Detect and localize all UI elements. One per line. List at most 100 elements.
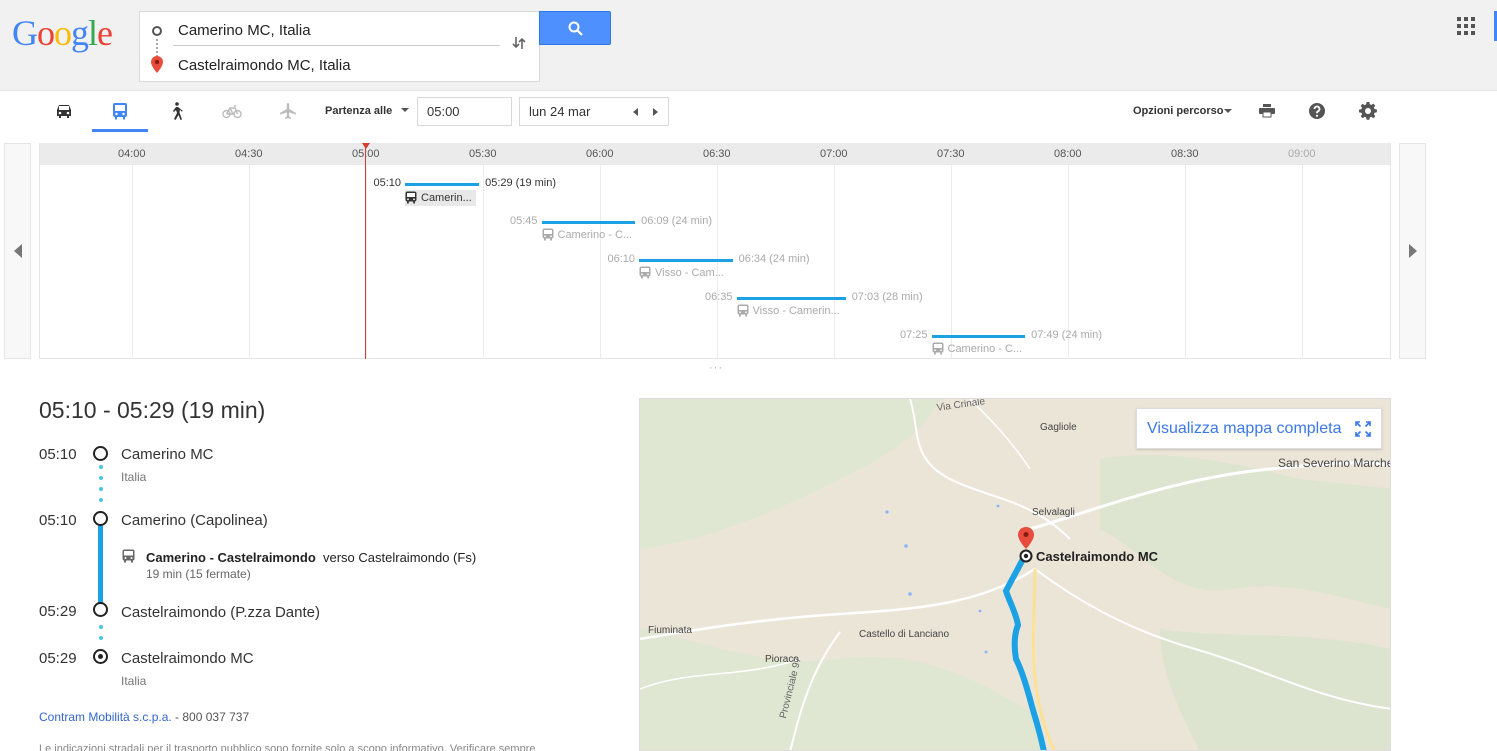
map-place-label: Gagliole xyxy=(1040,422,1077,433)
map-canvas xyxy=(640,399,1390,750)
timeline-hour-label: 06:30 xyxy=(703,148,731,160)
mode-car-button[interactable] xyxy=(36,91,92,131)
trip-departure-time: 05:10 xyxy=(373,177,401,189)
stop-name[interactable]: Castelraimondo MC xyxy=(121,650,254,667)
timeline-trip[interactable]: 05:45 06:09 (24 min) Camerino - C... xyxy=(40,211,1390,241)
gear-icon xyxy=(1359,102,1377,120)
walk-dots-icon xyxy=(99,625,103,647)
bus-icon xyxy=(542,228,554,241)
timeline-hour-label: 08:30 xyxy=(1171,148,1199,160)
route-options-button[interactable]: Opzioni percorso xyxy=(1133,105,1223,117)
bus-icon xyxy=(932,342,944,355)
logo-letter: e xyxy=(97,13,113,53)
logo-letter: o xyxy=(54,13,72,53)
stop-subtitle: Italia xyxy=(121,674,147,688)
trip-line-name: Visso - Camerin... xyxy=(752,304,840,317)
trip-line-name: Camerino - C... xyxy=(557,228,633,241)
agency-info: Contram Mobilità s.c.p.a. - 800 037 737 xyxy=(39,710,249,724)
timeline-trip[interactable]: 06:35 07:03 (28 min) Visso - Camerin... xyxy=(40,287,1390,317)
car-icon xyxy=(57,105,71,118)
timeline-hour-label: 05:30 xyxy=(469,148,497,160)
trip-duration-bar xyxy=(931,335,1026,338)
google-logo[interactable]: Google xyxy=(12,12,113,54)
stop-name[interactable]: Camerino (Capolinea) xyxy=(121,512,268,529)
transit-line-info[interactable]: Camerino - Castelraimondo verso Castelra… xyxy=(146,550,476,565)
trip-duration-bar xyxy=(639,259,733,262)
stop-circle-icon xyxy=(93,446,108,461)
help-button[interactable] xyxy=(1307,101,1327,121)
chevron-right-icon xyxy=(1408,244,1417,258)
full-map-button[interactable]: Visualizza mappa completa xyxy=(1136,408,1382,449)
destination-input[interactable] xyxy=(178,50,498,80)
departure-date-picker[interactable]: lun 24 mar xyxy=(519,97,669,126)
stop-name[interactable]: Castelraimondo (P.zza Dante) xyxy=(121,604,320,621)
mode-flight-button[interactable] xyxy=(260,91,316,131)
stop-name[interactable]: Camerino MC xyxy=(121,446,214,463)
timeline-later-button[interactable] xyxy=(1399,143,1426,359)
timeline-hour-label: 04:30 xyxy=(235,148,263,160)
trip-departure-time: 05:45 xyxy=(509,215,538,227)
agency-link[interactable]: Contram Mobilità s.c.p.a. xyxy=(39,710,172,724)
timeline-hour-label: 08:00 xyxy=(1054,148,1082,160)
mode-transit-button[interactable] xyxy=(92,91,148,131)
timeline-trip[interactable]: 07:25 07:49 (24 min) Camerino - C... xyxy=(40,325,1390,355)
trip-line-name: Visso - Cam... xyxy=(655,266,724,279)
stop-time: 05:29 xyxy=(39,603,77,620)
bike-icon xyxy=(222,105,242,119)
origin-circle-icon xyxy=(152,26,162,36)
timeline-earlier-button[interactable] xyxy=(4,143,31,359)
stop-time: 05:29 xyxy=(39,650,77,667)
plane-icon xyxy=(280,103,296,119)
walk-icon xyxy=(173,102,183,120)
bus-icon xyxy=(405,191,417,204)
next-day-icon[interactable] xyxy=(653,108,658,116)
input-divider xyxy=(173,45,500,46)
timeline-trip[interactable]: 06:10 06:34 (24 min) Visso - Cam... xyxy=(40,249,1390,279)
trip-line-name: Camerin... xyxy=(421,191,472,204)
swap-vertical-icon[interactable] xyxy=(512,36,526,55)
active-mode-indicator xyxy=(92,129,148,132)
settings-button[interactable] xyxy=(1358,101,1378,121)
bus-icon xyxy=(737,304,749,317)
trip-departure-time: 06:10 xyxy=(607,253,635,265)
selected-time-marker xyxy=(365,143,366,359)
search-icon xyxy=(568,21,583,36)
chevron-down-icon[interactable] xyxy=(1224,109,1232,113)
search-button[interactable] xyxy=(539,11,611,45)
logo-letter: l xyxy=(88,13,98,53)
origin-input[interactable] xyxy=(178,15,498,45)
mode-bike-button[interactable] xyxy=(204,91,260,131)
previous-day-icon[interactable] xyxy=(633,108,638,116)
route-input-box xyxy=(139,11,540,82)
depart-type-label[interactable]: Partenza alle xyxy=(325,105,392,117)
stop-subtitle: Italia xyxy=(121,470,147,484)
destination-map-pin-icon[interactable] xyxy=(1018,527,1034,563)
trip-line: Camerino - C... xyxy=(542,228,633,241)
apps-grid-icon[interactable] xyxy=(1457,17,1475,35)
print-button[interactable] xyxy=(1257,101,1277,121)
destination-map-label: Castelraimondo MC xyxy=(1036,549,1159,564)
mode-walk-button[interactable] xyxy=(148,91,204,131)
trip-line: Camerino - C... xyxy=(932,342,1022,355)
route-map[interactable]: Via Crinale Gagliole San Severino Marche Se… xyxy=(639,398,1391,751)
timeline-hour-label: 06:00 xyxy=(586,148,614,160)
departure-time-input[interactable] xyxy=(417,97,512,126)
chevron-down-icon[interactable] xyxy=(401,108,409,112)
timeline-hour-label: 07:30 xyxy=(937,148,965,160)
disclaimer-text: Le indicazioni stradali per il trasporto… xyxy=(39,743,536,751)
route-toolbar: Partenza alle lun 24 mar Opzioni percors… xyxy=(0,91,1497,141)
map-place-label: San Severino Marche xyxy=(1278,456,1391,470)
route-dots-icon xyxy=(156,39,158,57)
trip-arrival-time: 06:09 (24 min) xyxy=(641,215,713,227)
selected-time-tick xyxy=(362,143,370,149)
help-icon xyxy=(1309,103,1325,119)
trip-line: Visso - Camerin... xyxy=(737,304,840,317)
resize-handle[interactable]: ··· xyxy=(709,362,723,374)
expand-icon xyxy=(1355,420,1372,437)
transit-line-direction: verso Castelraimondo (Fs) xyxy=(323,550,477,565)
timeline-trip[interactable]: 05:10 05:29 (19 min) Camerin... xyxy=(40,173,1390,206)
bus-icon xyxy=(639,266,651,279)
full-map-label: Visualizza mappa completa xyxy=(1147,419,1342,437)
timeline-hour-label: 07:00 xyxy=(820,148,848,160)
trip-arrival-time: 06:34 (24 min) xyxy=(738,253,810,265)
